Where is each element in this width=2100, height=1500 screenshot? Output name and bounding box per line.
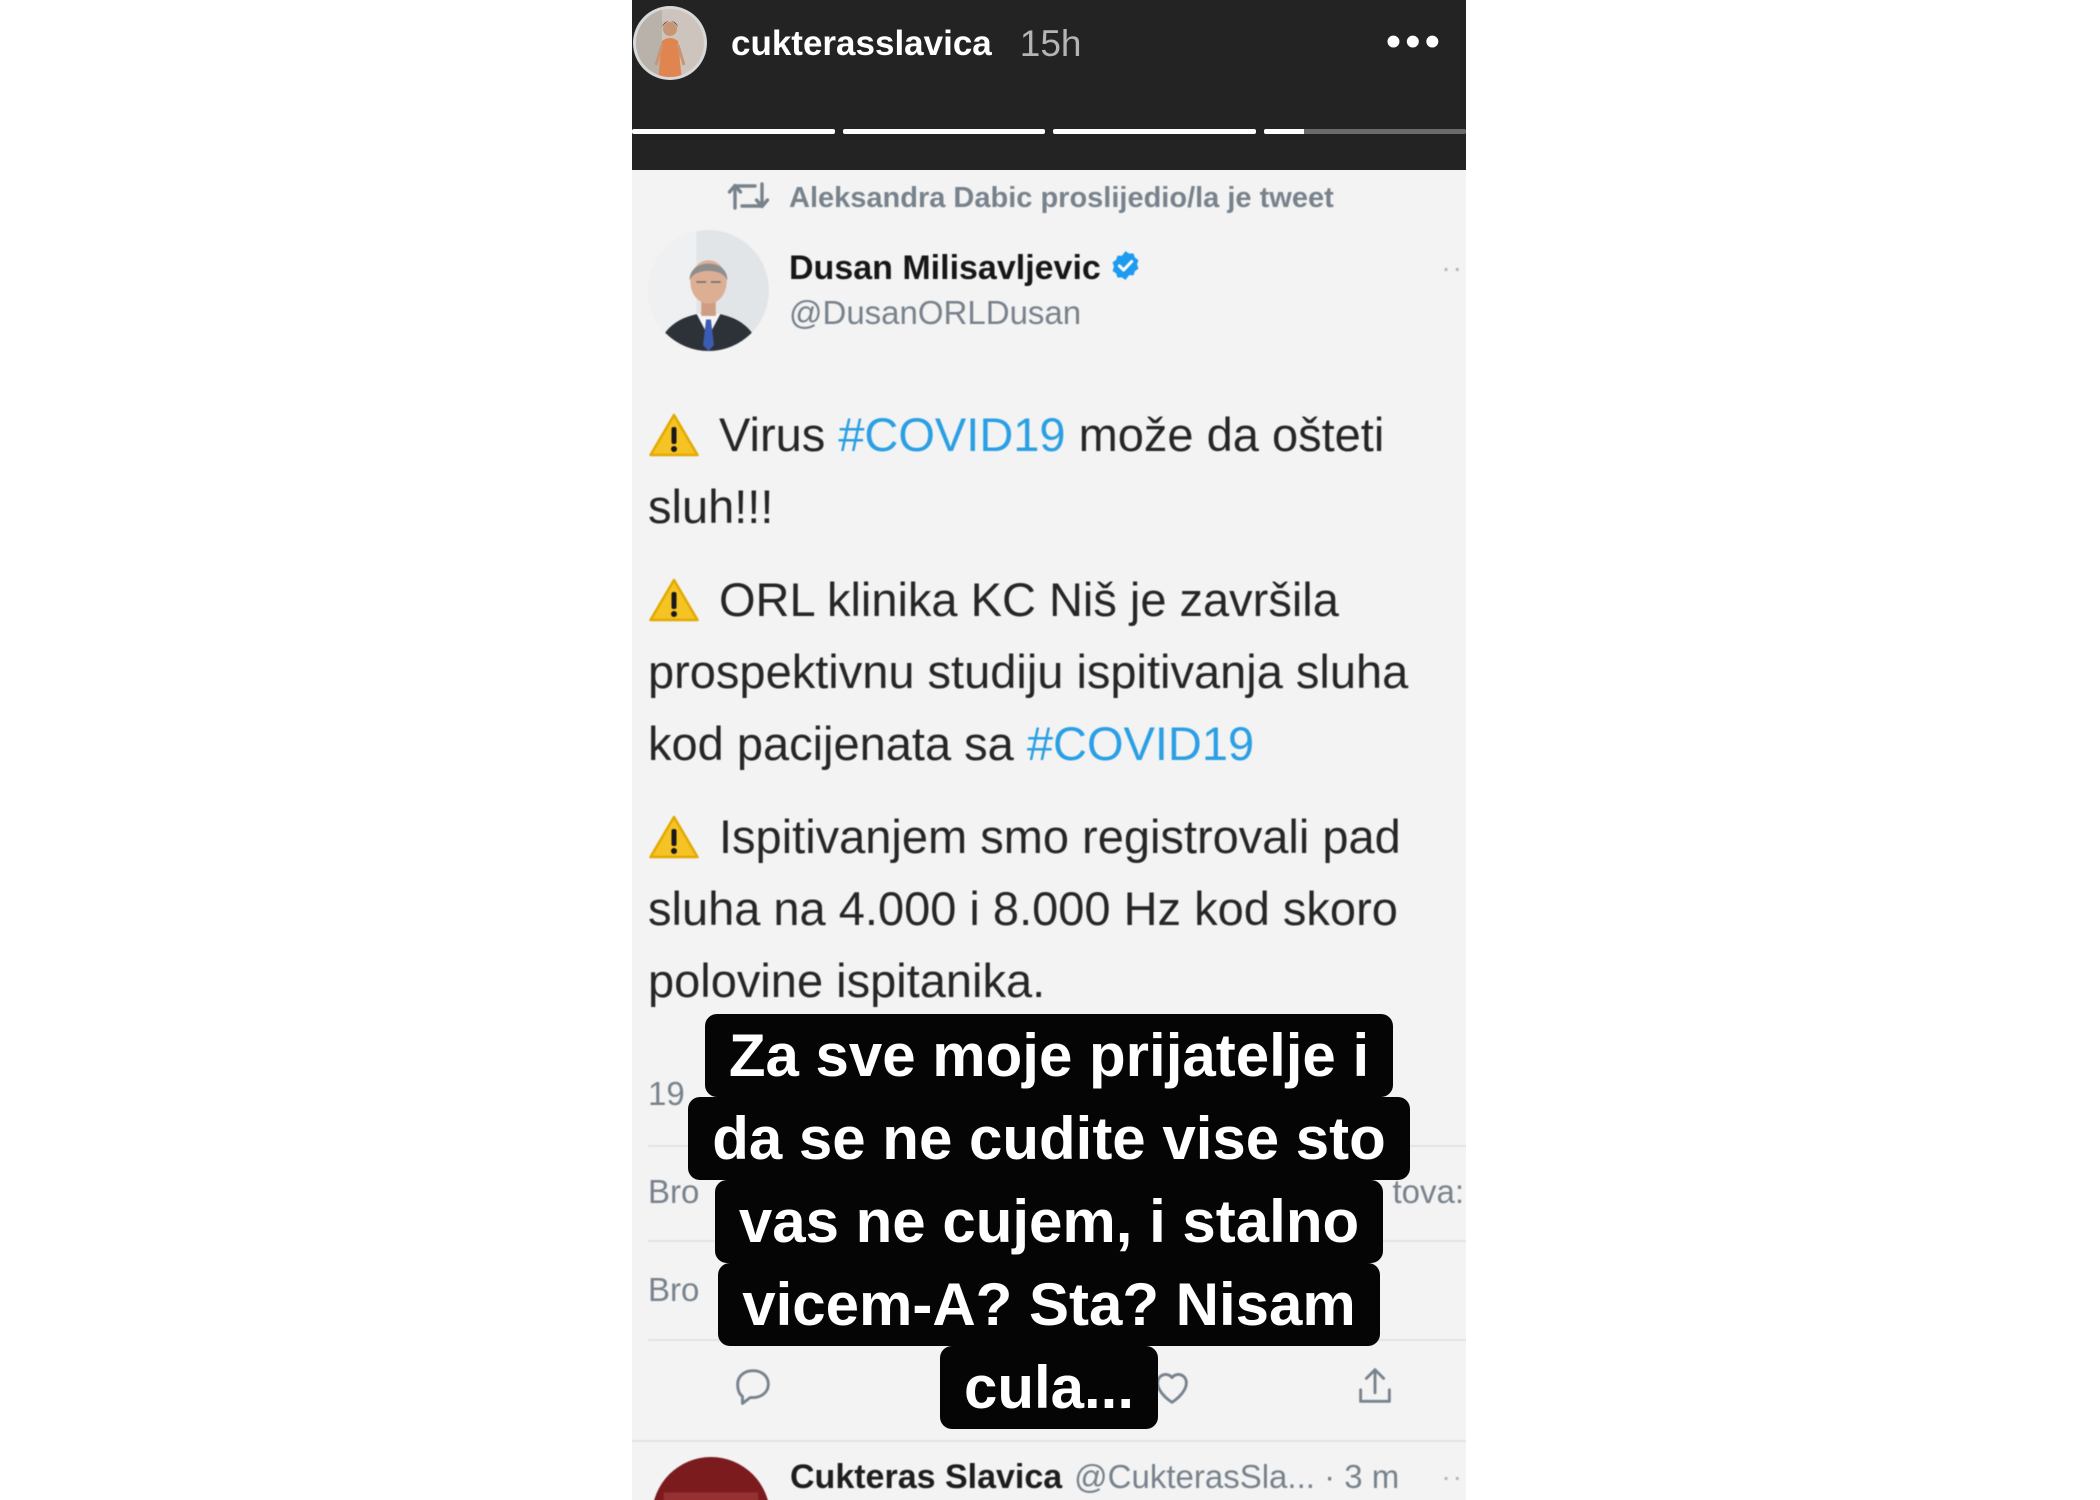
overlay-text-line: Za sve moje prijatelje i — [632, 1014, 1466, 1097]
author-handle[interactable]: @DusanORLDusan — [789, 292, 1081, 334]
next-tweet-header: Cukteras Slavica @CukterasSla... · 3 m — [790, 1455, 1399, 1499]
story-progress-fill — [1263, 129, 1304, 134]
hashtag-link[interactable]: #COVID19 — [838, 399, 1065, 471]
tweet-text-line: Ispitivanjem smo registrovali pad — [648, 801, 1466, 873]
tweet-text: polovine ispitanika. — [648, 954, 1046, 1007]
tweet-paragraph: Virus #COVID19 može da ošteti sluh!!! — [648, 399, 1466, 543]
tweet-text: sluh!!! — [648, 480, 774, 533]
story-progress-segment — [632, 129, 835, 134]
overlay-text-line: cula... — [632, 1346, 1466, 1429]
tweet-paragraph: Ispitivanjem smo registrovali pad sluha … — [648, 801, 1466, 1017]
story-header: cukterasslavica 15h ••• — [632, 0, 1466, 170]
tweet-text: ORL klinika KC Niš je završila — [719, 573, 1339, 626]
story-progress-segment — [842, 129, 1045, 134]
warning-icon — [648, 577, 700, 623]
overlay-text: da se ne cudite vise sto — [688, 1097, 1410, 1180]
tweet-text: Virus — [719, 408, 839, 461]
tweet-text-line: sluha na 4.000 i 8.000 Hz kod skoro — [648, 873, 1466, 945]
next-tweet-avatar[interactable] — [652, 1457, 770, 1500]
tweet-text-line: prospektivnu studiju ispitivanja sluha — [648, 636, 1466, 708]
story-user-row: cukterasslavica 15h — [731, 22, 1082, 66]
tweet-text: prospektivnu studiju ispitivanja sluha — [648, 645, 1409, 698]
verified-badge-icon — [1109, 249, 1142, 287]
author-avatar[interactable] — [648, 230, 769, 351]
overlay-text-line: da se ne cudite vise sto — [632, 1097, 1466, 1180]
author-name[interactable]: Dusan Milisavljevic — [789, 249, 1101, 288]
warning-icon — [648, 814, 700, 860]
tweet-text-line: kod pacijenata sa #COVID19 — [648, 708, 1466, 780]
story-avatar[interactable] — [632, 5, 708, 81]
tweet-text-line: ORL klinika KC Niš je završila — [648, 564, 1466, 636]
retweet-icon — [727, 180, 770, 217]
overlay-text: cula... — [939, 1346, 1159, 1429]
story-progress-fill — [632, 129, 835, 134]
tweet-text: Ispitivanjem smo registrovali pad — [719, 810, 1401, 863]
tweet-separator — [632, 1440, 1466, 1442]
story-progress-segment — [1263, 129, 1466, 134]
story-text-overlay[interactable]: Za sve moje prijatelje i da se ne cudite… — [632, 1014, 1466, 1429]
story-progress-segment — [1053, 129, 1256, 134]
tweet-text-line: Virus #COVID19 može da ošteti — [648, 399, 1466, 471]
warning-icon — [648, 412, 700, 458]
story-progress-fill — [842, 129, 1045, 134]
story-progress-fill — [1053, 129, 1256, 134]
next-tweet-handle-time[interactable]: @CukterasSla... · 3 m — [1074, 1458, 1399, 1496]
story-viewer[interactable]: cukterasslavica 15h ••• Aleksandra Dabic… — [632, 0, 1466, 1500]
next-tweet-more-options-button[interactable]: ·· — [1441, 1455, 1464, 1499]
tweet-text-line: polovine ispitanika. — [648, 945, 1466, 1017]
tweet-text: kod pacijenata sa — [648, 717, 1027, 770]
tweet-body: Virus #COVID19 može da ošteti sluh!!! OR… — [648, 399, 1466, 1038]
tweet-paragraph: ORL klinika KC Niš je završila prospekti… — [648, 564, 1466, 780]
overlay-text: Za sve moje prijatelje i — [704, 1014, 1394, 1097]
next-tweet-author-name[interactable]: Cukteras Slavica — [790, 1458, 1062, 1497]
tweet-more-options-button[interactable]: ·· — [1441, 246, 1464, 290]
tweet-text: može da ošteti — [1065, 408, 1385, 461]
retweet-context: Aleksandra Dabic proslijedio/la je tweet — [727, 178, 1334, 218]
overlay-text: vas ne cujem, i stalno — [714, 1180, 1384, 1263]
hashtag-link[interactable]: #COVID19 — [1027, 708, 1254, 780]
story-progress-bar — [632, 129, 1466, 134]
overlay-text: vicem-A? Sta? Nisam — [718, 1263, 1380, 1346]
overlay-text-line: vas ne cujem, i stalno — [632, 1180, 1466, 1263]
overlay-text-line: vicem-A? Sta? Nisam — [632, 1263, 1466, 1346]
story-timestamp: 15h — [1019, 23, 1082, 64]
tweet-text-line: sluh!!! — [648, 471, 1466, 543]
author-name-row: Dusan Milisavljevic — [789, 246, 1142, 290]
story-more-options-button[interactable]: ••• — [1386, 20, 1444, 64]
tweet-text: sluha na 4.000 i 8.000 Hz kod skoro — [648, 882, 1398, 935]
retweet-label[interactable]: Aleksandra Dabic proslijedio/la je tweet — [789, 182, 1334, 215]
story-username[interactable]: cukterasslavica — [731, 22, 992, 66]
